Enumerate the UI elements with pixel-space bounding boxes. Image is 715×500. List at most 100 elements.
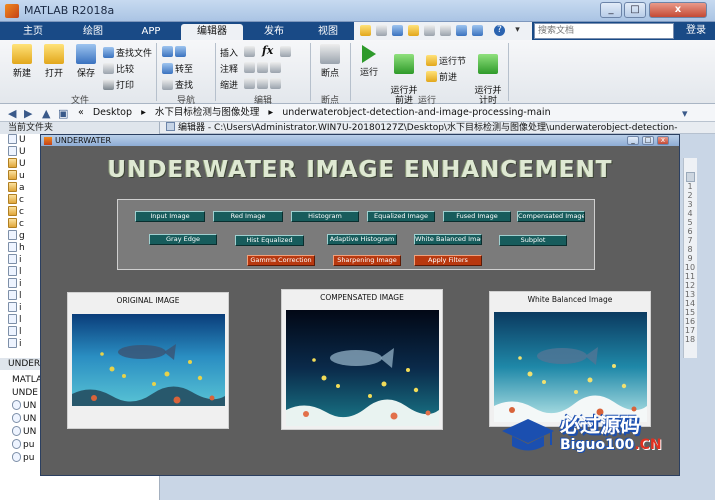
tab-view[interactable]: 视图 xyxy=(304,24,352,40)
goto-button[interactable]: 转至 xyxy=(162,62,193,75)
browse-folder-icon[interactable]: ▣ xyxy=(58,107,68,120)
command-line: UN xyxy=(12,400,36,412)
indent-button[interactable]: 缩进 xyxy=(220,78,238,91)
up-folder-icon[interactable]: ▲ xyxy=(42,107,50,120)
comment-button[interactable]: 注释 xyxy=(220,62,238,75)
tab-plots[interactable]: 绘图 xyxy=(64,24,122,40)
tab-apps[interactable]: APP xyxy=(124,24,178,40)
breakpoints-button[interactable]: 断点 xyxy=(314,44,346,79)
window-titlebar: MATLAB R2018a _ □ x xyxy=(0,0,715,22)
sharpening-image-button[interactable]: Sharpening Image xyxy=(333,255,401,266)
forward-arrow-icon[interactable]: ▶ xyxy=(24,107,32,120)
file-list-item[interactable]: U xyxy=(8,146,26,158)
figure-titlebar: UNDERWATER _ □ x xyxy=(41,135,679,146)
back-forward-buttons[interactable] xyxy=(162,46,188,58)
back-arrow-icon[interactable]: ◀ xyxy=(8,107,16,120)
save-button[interactable]: 保存 xyxy=(70,44,102,79)
redo-icon[interactable] xyxy=(440,25,451,36)
compensated-image-button[interactable]: Compensated Image xyxy=(517,211,585,222)
adaptive-histogram-button[interactable]: Adaptive Histogram xyxy=(327,234,397,245)
insert-function-button[interactable]: fx xyxy=(262,44,273,57)
insert-section-button[interactable] xyxy=(244,46,257,58)
help-icon[interactable]: ? xyxy=(494,25,505,36)
file-list-item[interactable]: l xyxy=(8,266,22,278)
close-button[interactable]: x xyxy=(649,2,707,18)
minimize-button[interactable]: _ xyxy=(600,2,622,18)
breadcrumb-current[interactable]: underwaterobject-detection-and-image-pro… xyxy=(282,107,550,118)
open-button[interactable]: 打开 xyxy=(38,44,70,79)
tab-publish[interactable]: 发布 xyxy=(246,24,302,40)
file-list-item[interactable]: c xyxy=(8,218,24,230)
compare-button[interactable]: 比较 xyxy=(103,62,134,75)
file-list-item[interactable]: U xyxy=(8,158,26,170)
find-button[interactable]: 查找 xyxy=(162,78,193,91)
run-button[interactable]: 运行 xyxy=(354,44,384,78)
advance-icon xyxy=(426,71,437,82)
link-icon xyxy=(12,439,21,449)
switch-windows-icon[interactable] xyxy=(456,25,467,36)
file-list-item[interactable]: l xyxy=(8,326,22,338)
breadcrumb-desktop[interactable]: Desktop xyxy=(93,107,132,118)
find-files-button[interactable]: 查找文件 xyxy=(103,46,152,59)
gray-edge-button[interactable]: Gray Edge xyxy=(149,234,217,245)
file-name: a xyxy=(19,183,25,193)
file-list-item[interactable]: h xyxy=(8,242,25,254)
run-section-button[interactable]: 运行节 xyxy=(426,54,466,67)
figure-maximize-button[interactable]: □ xyxy=(642,136,654,145)
copy-icon[interactable] xyxy=(392,25,403,36)
white-balanced-image-caption: White Balanced Image xyxy=(527,295,613,304)
scrollbar-thumb[interactable] xyxy=(686,172,695,182)
indent-icons-button[interactable] xyxy=(244,78,283,90)
file-list-item[interactable]: i xyxy=(8,278,22,290)
file-list-item[interactable]: u xyxy=(8,170,25,182)
subplot-button[interactable]: Subplot xyxy=(499,235,567,246)
equalized-image-button[interactable]: Equalized Image xyxy=(367,211,435,222)
smart-indent-icon xyxy=(244,78,255,89)
new-button[interactable]: 新建 xyxy=(6,44,38,79)
file-list-item[interactable]: U xyxy=(8,134,26,146)
red-image-button[interactable]: Red Image xyxy=(213,211,283,222)
search-documentation-input[interactable] xyxy=(534,23,674,39)
file-name: i xyxy=(19,279,22,289)
login-button[interactable]: 登录 xyxy=(677,22,715,40)
figure-close-button[interactable]: x xyxy=(657,136,669,145)
histogram-button[interactable]: Histogram xyxy=(291,211,359,222)
file-list-item[interactable]: l xyxy=(8,290,22,302)
address-dropdown[interactable]: ▾ xyxy=(682,107,688,120)
fused-image-button[interactable]: Fused Image xyxy=(443,211,511,222)
file-list-item[interactable]: i xyxy=(8,254,22,266)
file-list-item[interactable]: g xyxy=(8,230,25,242)
undo-icon[interactable] xyxy=(424,25,435,36)
figure-file-icon xyxy=(8,182,17,192)
file-list-item[interactable]: a xyxy=(8,182,25,194)
print-button[interactable]: 打印 xyxy=(103,78,134,91)
file-list-item[interactable]: i xyxy=(8,338,22,350)
save-icon[interactable] xyxy=(360,25,371,36)
hist-equalized-button[interactable]: Hist Equalized xyxy=(235,235,304,246)
chevron-down-icon[interactable]: ▾ xyxy=(512,25,523,36)
file-list-item[interactable]: l xyxy=(8,314,22,326)
breadcrumb[interactable]: « Desktop ▸ 水下目标检测与图像处理 ▸ underwaterobje… xyxy=(78,106,557,120)
line-number: 8 xyxy=(687,245,693,254)
community-icon[interactable] xyxy=(472,25,483,36)
file-list-item[interactable]: i xyxy=(8,302,22,314)
maximize-button[interactable]: □ xyxy=(624,2,646,18)
tab-editor[interactable]: 编辑器 xyxy=(181,24,243,40)
cut-icon[interactable] xyxy=(376,25,387,36)
input-image-button[interactable]: Input Image xyxy=(135,211,205,222)
insert-button[interactable]: 插入 xyxy=(220,46,238,59)
comment-icons-button[interactable] xyxy=(244,62,283,74)
apply-filters-button[interactable]: Apply Filters xyxy=(414,255,482,266)
file-list-item[interactable]: c xyxy=(8,194,24,206)
file-list-item[interactable]: c xyxy=(8,206,24,218)
tab-home[interactable]: 主页 xyxy=(4,24,62,40)
breadcrumb-folder[interactable]: 水下目标检测与图像处理 xyxy=(155,107,260,118)
command-line: pu xyxy=(12,452,34,464)
advance-button[interactable]: 前进 xyxy=(426,70,457,83)
figure-minimize-button[interactable]: _ xyxy=(627,136,639,145)
insert-extra-button[interactable] xyxy=(280,46,293,58)
paste-icon[interactable] xyxy=(408,25,419,36)
gamma-correction-button[interactable]: Gamma Correction xyxy=(247,255,315,266)
white-balanced-image-button[interactable]: White Balanced Image xyxy=(414,234,482,245)
printer-icon xyxy=(103,79,114,90)
